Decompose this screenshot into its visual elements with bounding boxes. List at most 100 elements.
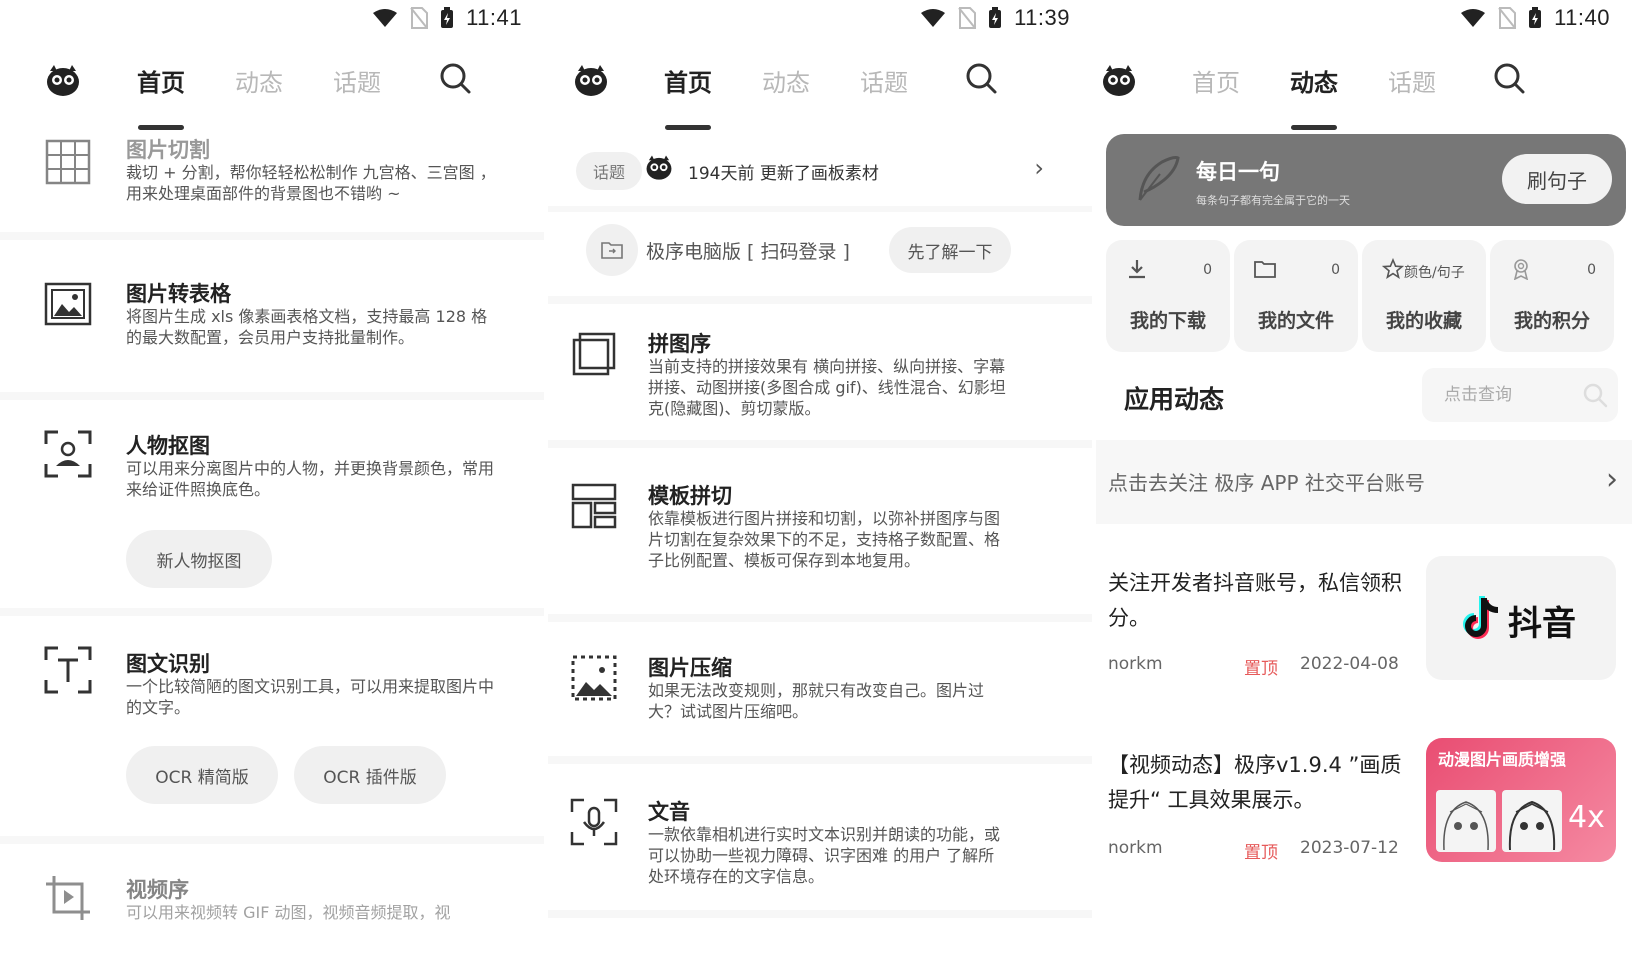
mic-scan-icon — [570, 798, 618, 846]
stat-favorites[interactable]: 颜色/句子 我的收藏 — [1362, 240, 1486, 352]
divider — [0, 608, 544, 616]
follow-social-text: 点击去关注 极序 APP 社交平台账号 — [1108, 471, 1425, 495]
divider — [548, 756, 1092, 764]
no-sim-icon — [1498, 7, 1517, 29]
stat-files[interactable]: 0 我的文件 — [1234, 240, 1358, 352]
tool-video[interactable]: 视频序 可以用来视频转 GIF 动图，视频音频提取，视 — [0, 872, 544, 961]
tab-activity[interactable]: 动态 — [762, 63, 810, 98]
tab-activity[interactable]: 动态 — [235, 63, 283, 98]
search-icon[interactable] — [438, 61, 472, 95]
tab-home[interactable]: 首页 — [137, 63, 185, 130]
anime-preview-image — [1436, 790, 1496, 852]
top-nav: 首页 动态 话题 — [548, 55, 1092, 130]
divider — [0, 232, 544, 240]
refresh-quote-button[interactable]: 刷句子 — [1502, 154, 1612, 204]
divider — [548, 296, 1092, 304]
battery-charging-icon — [441, 7, 454, 28]
ocr-lite-button[interactable]: OCR 精简版 — [126, 746, 278, 804]
new-person-matting-button[interactable]: 新人物抠图 — [126, 530, 272, 588]
status-bar: 11:39 — [920, 0, 1070, 36]
tool-title: 图文识别 — [126, 652, 210, 676]
medal-icon — [1513, 259, 1529, 280]
tab-topics[interactable]: 话题 — [860, 63, 908, 98]
template-icon — [571, 483, 617, 529]
stat-count: 0 — [1331, 262, 1340, 278]
tool-compress[interactable]: 图片压缩 如果无法改变规则，那就只有改变自己。图片过大？试试图片压缩吧。 — [548, 650, 1092, 750]
tool-ocr[interactable]: 图文识别 一个比较简陋的图文识别工具，可以用来提取图片中的文字。 OCR 精简版… — [0, 644, 544, 824]
no-sim-icon — [958, 7, 977, 29]
news-author: norkm — [1108, 838, 1163, 858]
compress-icon — [571, 655, 617, 701]
screen-activity: 11:40 首页 动态 话题 每日一句 每条句子都有完全属于它的一天 刷句子 0… — [1096, 0, 1632, 961]
tool-image-to-table[interactable]: 图片转表格 将图片生成 xls 像素画表格文档，支持最高 128 格的最大数配置… — [0, 276, 544, 386]
ocr-plugin-button[interactable]: OCR 插件版 — [294, 746, 446, 804]
divider — [0, 836, 544, 844]
search-icon[interactable] — [964, 61, 998, 95]
tool-desc: 将图片生成 xls 像素画表格文档，支持最高 128 格的最大数配置，会员用户支… — [126, 307, 488, 347]
grid-icon — [45, 139, 91, 185]
app-logo-icon[interactable] — [44, 63, 82, 99]
text-scan-icon — [44, 646, 92, 694]
search-icon[interactable] — [1492, 61, 1526, 95]
stat-label: 我的文件 — [1257, 310, 1334, 332]
follow-social-row[interactable]: 点击去关注 极序 APP 社交平台账号 › — [1096, 440, 1632, 524]
divider — [0, 392, 544, 400]
tool-text-voice[interactable]: 文音 一款依靠相机进行实时文本识别并朗读的功能，或可以协助一些视力障碍、识字困难… — [548, 794, 1092, 904]
news-title: 关注开发者抖音账号，私信领积分。 — [1108, 571, 1402, 630]
app-logo-icon[interactable] — [572, 63, 610, 99]
daily-quote-subtitle: 每条句子都有完全属于它的一天 — [1196, 194, 1350, 207]
tool-image-split[interactable]: 图片切割 裁切 + 分割，帮你轻轻松松制作 九宫格、三宫图 ，用来处理桌面部件的… — [0, 130, 544, 230]
stat-count: 0 — [1203, 262, 1212, 278]
daily-quote-card[interactable]: 每日一句 每条句子都有完全属于它的一天 刷句子 — [1106, 134, 1626, 226]
tool-title: 人物抠图 — [126, 434, 210, 458]
no-sim-icon — [410, 7, 429, 29]
section-title: 应用动态 — [1124, 385, 1225, 414]
topic-update-row[interactable]: 话题 194天前 更新了画板素材 › — [548, 140, 1092, 202]
news-item[interactable]: 关注开发者抖音账号，私信领积分。 norkm 置顶 2022-04-08 抖音 — [1096, 556, 1632, 696]
learn-more-button[interactable]: 先了解一下 — [889, 227, 1011, 273]
tab-home[interactable]: 首页 — [664, 63, 712, 130]
person-focus-icon — [44, 430, 92, 478]
douyin-text: 抖音 — [1508, 604, 1576, 644]
tool-desc: 当前支持的拼接效果有 横向拼接、纵向拼接、字幕拼接、动图拼接(多图合成 gif)… — [648, 357, 1006, 418]
pinned-badge: 置顶 — [1244, 659, 1278, 679]
tool-title: 模板拼切 — [648, 484, 732, 508]
top-nav: 首页 动态 话题 — [0, 55, 544, 130]
app-logo-icon[interactable] — [1100, 63, 1138, 99]
tab-topics[interactable]: 话题 — [333, 63, 381, 98]
pc-login-row[interactable]: 极序电脑版 [ 扫码登录 ] 先了解一下 — [548, 220, 1092, 290]
tool-title: 图片切割 — [126, 138, 210, 162]
tool-template-cut[interactable]: 模板拼切 依靠模板进行图片拼接和切割，以弥补拼图序与图片切割在复杂效果下的不足，… — [548, 478, 1092, 608]
news-item[interactable]: 【视频动态】极序v1.9.4 ”画质提升“ 工具效果展示。 norkm 置顶 2… — [1096, 738, 1632, 878]
screen-home-2: 11:39 首页 动态 话题 话题 194天前 更新了画板素材 › 极序电脑版 … — [548, 0, 1092, 961]
download-icon — [1129, 260, 1145, 279]
stat-points[interactable]: 0 我的积分 — [1490, 240, 1614, 352]
tool-desc: 如果无法改变规则，那就只有改变自己。图片过大？试试图片压缩吧。 — [648, 681, 985, 721]
tool-desc: 裁切 + 分割，帮你轻轻松松制作 九宫格、三宫图 ，用来处理桌面部件的背景图也不… — [126, 163, 496, 203]
news-title: 【视频动态】极序v1.9.4 ”画质提升“ 工具效果展示。 — [1108, 753, 1402, 812]
search-icon[interactable] — [1582, 382, 1608, 408]
chevron-right-icon: › — [1034, 154, 1044, 182]
avatar-icon — [646, 155, 672, 180]
tab-activity[interactable]: 动态 — [1290, 63, 1338, 130]
news-author: norkm — [1108, 654, 1163, 674]
top-nav: 首页 动态 话题 — [1096, 55, 1632, 130]
wifi-icon — [921, 9, 946, 27]
status-bar: 11:41 — [372, 0, 522, 36]
tool-person-matting[interactable]: 人物抠图 可以用来分离图片中的人物，并更换背景颜色，常用来给证件照换底色。 新人… — [0, 428, 544, 598]
query-box[interactable] — [1422, 368, 1618, 422]
stat-label: 我的收藏 — [1385, 310, 1462, 332]
tool-desc: 一个比较简陋的图文识别工具，可以用来提取图片中的文字。 — [126, 677, 495, 717]
stat-label: 我的积分 — [1513, 310, 1590, 332]
star-icon — [1382, 258, 1404, 279]
tool-desc: 可以用来分离图片中的人物，并更换背景颜色，常用来给证件照换底色。 — [126, 459, 495, 499]
stat-downloads[interactable]: 0 我的下载 — [1106, 240, 1230, 352]
query-input[interactable] — [1422, 368, 1572, 422]
tab-topics[interactable]: 话题 — [1388, 63, 1436, 98]
screen-home-1: 11:41 首页 动态 话题 图片切割 裁切 + 分割，帮你轻轻松松制作 九宫格… — [0, 0, 544, 961]
tool-title: 拼图序 — [648, 332, 711, 356]
tool-stitch[interactable]: 拼图序 当前支持的拼接效果有 横向拼接、纵向拼接、字幕拼接、动图拼接(多图合成 … — [548, 326, 1092, 436]
tab-home[interactable]: 首页 — [1192, 63, 1240, 98]
topic-chip[interactable]: 话题 — [576, 152, 642, 190]
tool-desc: 可以用来视频转 GIF 动图，视频音频提取，视 — [126, 903, 451, 922]
